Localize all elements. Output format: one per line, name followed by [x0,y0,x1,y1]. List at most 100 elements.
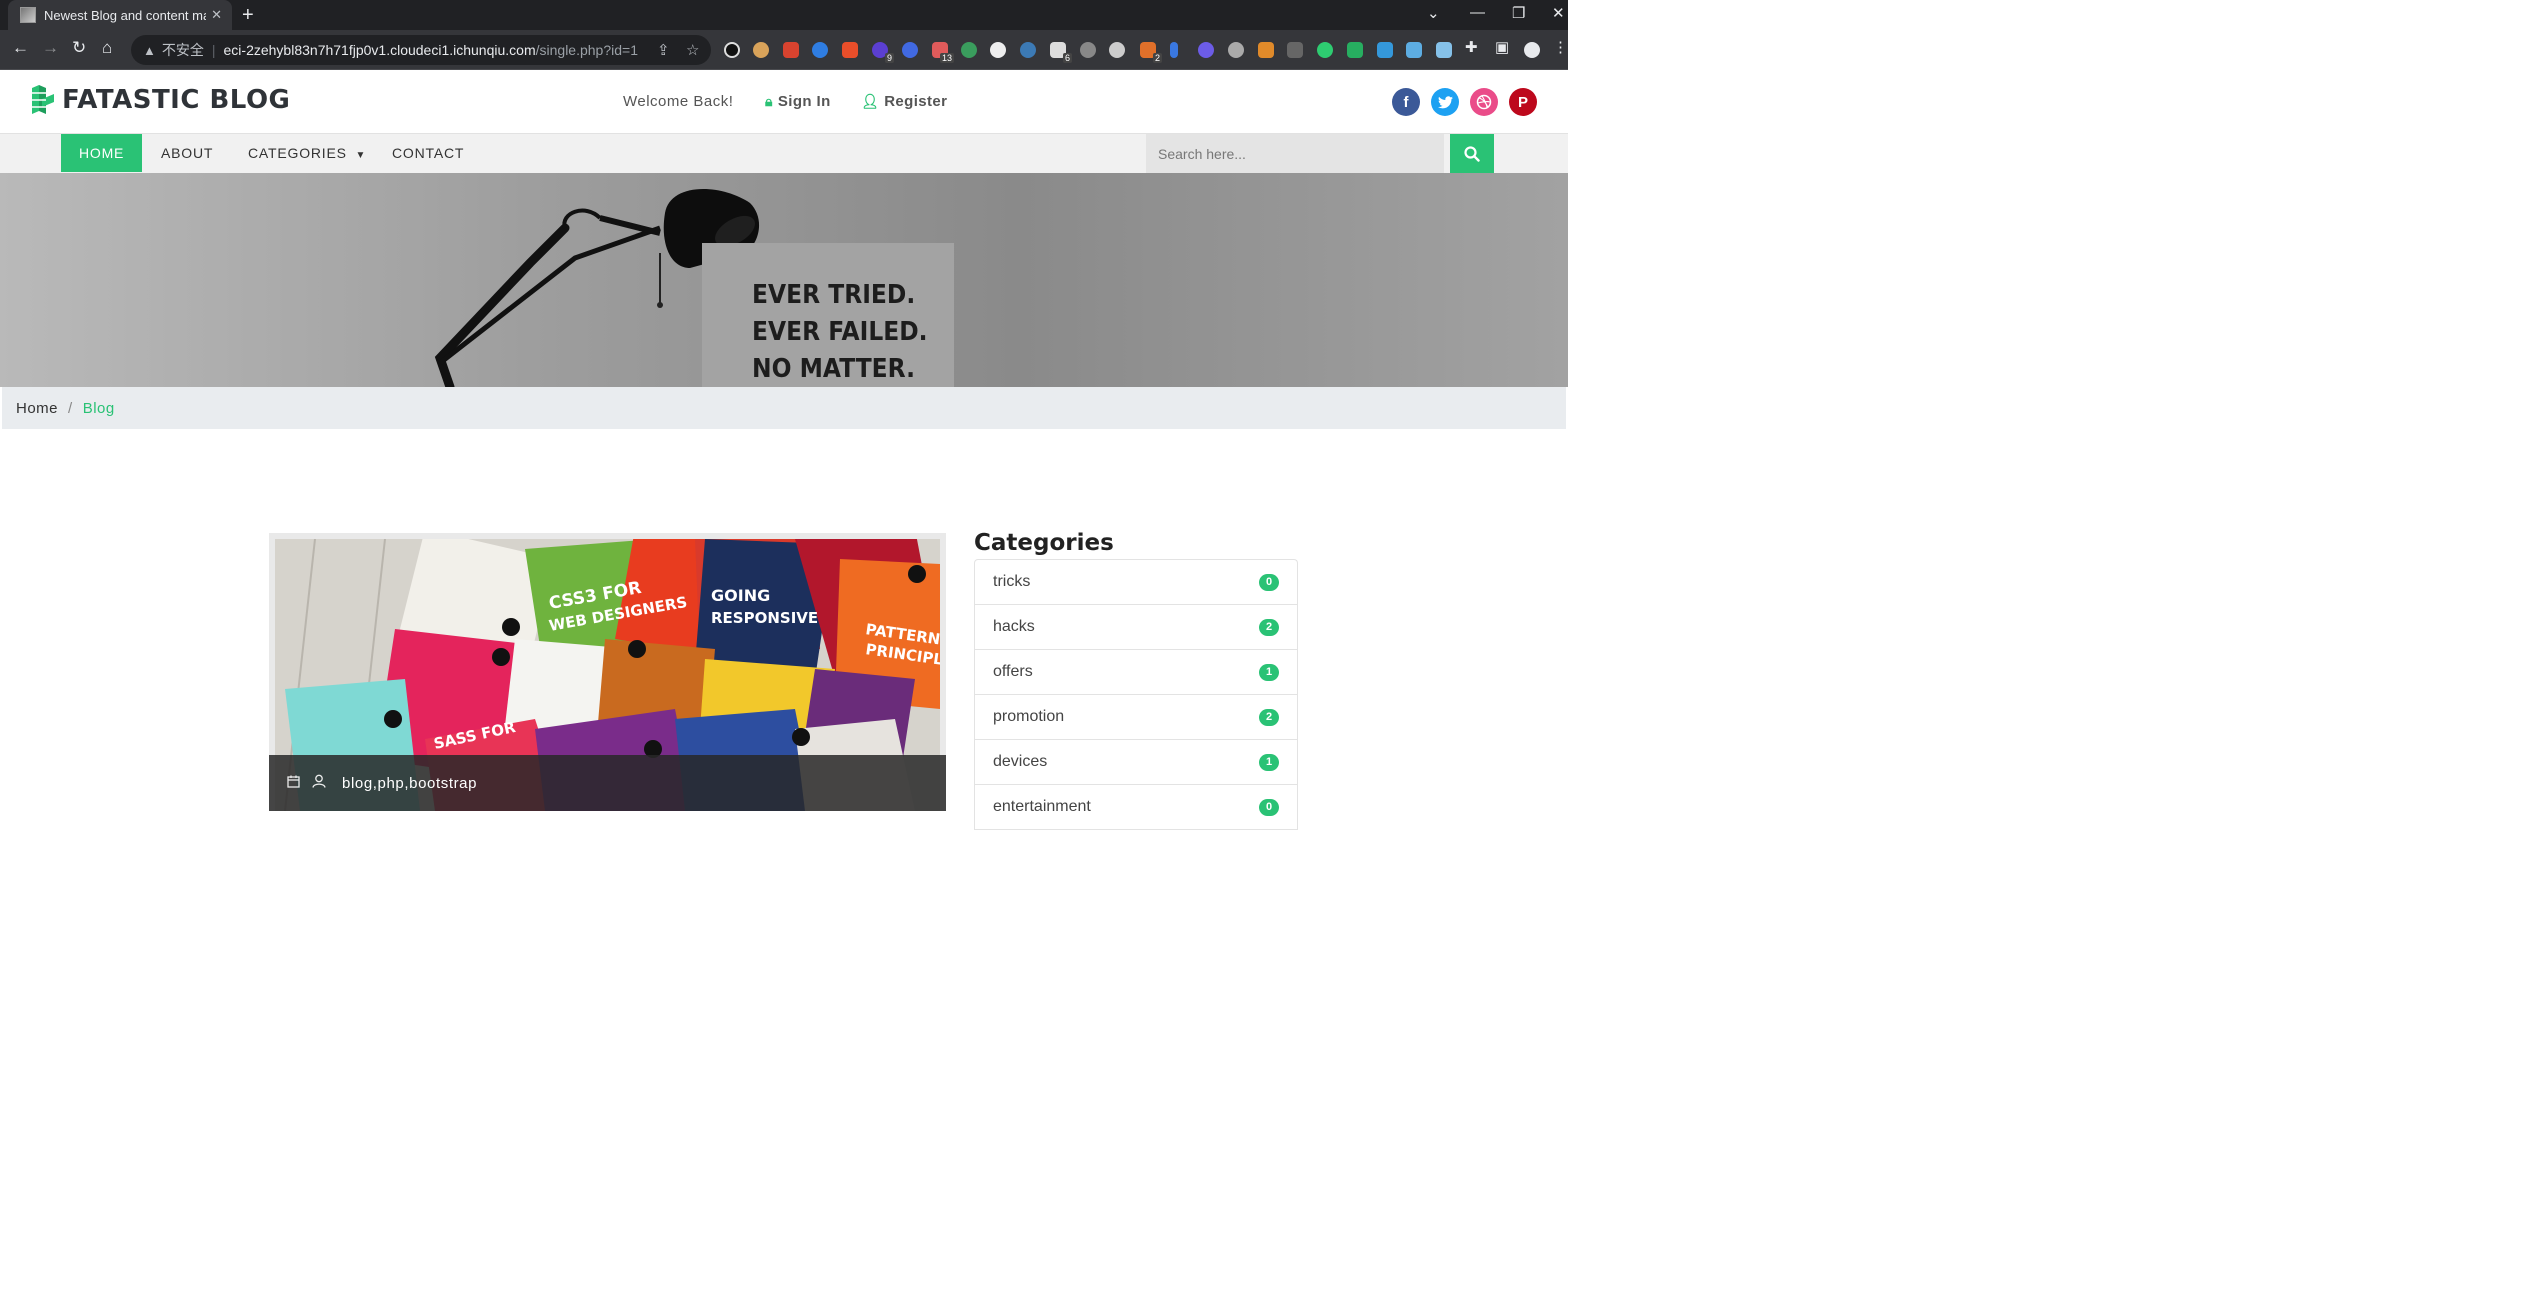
browser-toolbar: ← → ↻ ⌂ ▲ 不安全 | eci-2zehybl83n7h71fjp0v1… [0,30,1568,70]
site-favicon-icon [20,7,36,23]
extension-icon[interactable] [1020,42,1036,58]
svg-text:RESPONSIVE: RESPONSIVE [711,609,818,627]
warning-icon[interactable]: ▲ [143,43,156,58]
search-button[interactable] [1450,134,1494,173]
extension-badge: 6 [1062,53,1072,63]
extension-icon[interactable] [812,42,828,58]
extension-icon[interactable] [1198,42,1214,58]
ip-extension-icon[interactable] [990,42,1006,58]
minimize-button[interactable]: — [1470,4,1485,21]
category-name: devices [993,753,1048,770]
close-tab-icon[interactable]: ✕ [211,7,222,23]
breadcrumb-home[interactable]: Home [16,400,58,417]
side-panel-icon[interactable]: ▣ [1495,38,1509,56]
category-item-hacks[interactable]: hacks 2 [975,605,1297,650]
sign-in-label: Sign In [777,93,831,110]
category-name: promotion [993,708,1065,725]
extension-icon[interactable]: 9 [872,42,894,63]
hero-banner: EVER TRIED. EVER FAILED. NO MATTER. [0,173,1568,387]
browser-tab[interactable]: Newest Blog and content mar ✕ [8,0,232,30]
dribbble-icon[interactable] [1470,88,1498,116]
category-item-tricks[interactable]: tricks 0 [975,560,1297,605]
nav-contact[interactable]: CONTACT [392,134,464,172]
category-count-badge: 1 [1259,753,1279,771]
url-path: /single.php?id=1 [535,42,638,58]
search-input[interactable] [1146,134,1444,173]
register-link[interactable]: 👤︎ Register [861,93,947,110]
back-button[interactable]: ← [12,38,29,58]
cookie-extension-icon[interactable] [753,42,769,58]
category-count-badge: 0 [1259,798,1279,816]
facebook-icon[interactable]: f [1392,88,1420,116]
close-window-button[interactable]: ✕ [1552,4,1565,22]
category-item-offers[interactable]: offers 1 [975,650,1297,695]
breadcrumb-separator: / [68,399,73,417]
url-divider: | [211,42,216,58]
profile-avatar-icon[interactable] [1524,42,1540,58]
extension-icon[interactable] [1406,42,1422,58]
logo-icon [32,85,54,114]
extension-icon[interactable]: 6 [1050,42,1072,63]
sign-line-1: EVER TRIED. [752,280,916,310]
extension-icon[interactable] [1258,42,1274,58]
share-icon[interactable]: ⇪ [657,41,670,59]
extension-icon[interactable] [1287,42,1303,58]
extension-icon[interactable] [1436,42,1452,58]
sign-in-link[interactable]: 🔒︎ Sign In [765,93,831,110]
category-item-devices[interactable]: devices 1 [975,740,1297,785]
nav-home[interactable]: HOME [61,134,143,172]
logo-text: FATASTIC BLOG [62,85,291,115]
firefox-like-extension-icon[interactable] [902,42,918,58]
nav-categories[interactable]: CATEGORIES ▼ [248,134,366,172]
breadcrumb-current: Blog [82,399,115,417]
category-name: offers [993,663,1033,680]
register-label: Register [884,93,948,110]
extension-icon[interactable]: 2 [1140,42,1162,63]
tab-title: Newest Blog and content mar [44,7,206,23]
extension-icon[interactable] [1347,42,1363,58]
menu-icon[interactable]: ⋮ [1553,38,1568,56]
breadcrumb: Home / Blog [2,387,1566,429]
extension-icon[interactable] [783,42,799,58]
extensions-puzzle-icon[interactable]: ✚ [1465,38,1478,56]
address-bar[interactable]: ▲ 不安全 | eci-2zehybl83n7h71fjp0v1.cloudec… [131,35,711,65]
category-count-badge: 0 [1259,573,1279,591]
category-name: tricks [993,573,1031,590]
extension-icon[interactable]: 13 [932,42,954,63]
caret-down-icon: ▼ [355,150,367,161]
extension-icon[interactable] [1080,42,1096,58]
extension-badge: 13 [939,53,954,63]
nav-about[interactable]: ABOUT [161,134,213,172]
extension-icon[interactable] [1170,42,1178,58]
extension-icon[interactable] [1109,42,1125,58]
post-tags: blog,php,bootstrap [342,774,478,792]
search-icon [1464,145,1480,162]
category-count-badge: 2 [1259,618,1279,636]
tab-search-icon[interactable]: ⌄ [1427,4,1440,22]
reload-button[interactable]: ↻ [72,38,86,58]
category-name: entertainment [993,798,1091,815]
sign-text: EVER TRIED. EVER FAILED. NO MATTER. [752,277,928,387]
extension-icon[interactable] [724,42,740,58]
categories-list: tricks 0 hacks 2 offers 1 promotion 2 de… [974,559,1298,830]
globe-extension-icon[interactable] [961,42,977,58]
category-item-promotion[interactable]: promotion 2 [975,695,1297,740]
site-logo[interactable]: FATASTIC BLOG [30,85,290,115]
categories-title: Categories [974,530,1114,556]
forward-button[interactable]: → [42,38,59,58]
extension-icon[interactable] [842,42,858,58]
welcome-text: Welcome Back! [623,93,734,110]
new-tab-button[interactable]: + [242,4,254,27]
restore-button[interactable]: ❐ [1512,4,1525,22]
post-meta-bar: blog,php,bootstrap [269,755,946,811]
extension-badge: 2 [1152,53,1162,63]
bookmark-star-icon[interactable]: ☆ [686,41,699,59]
extension-icon[interactable] [1317,42,1333,58]
user-icon: 👤︎ [861,93,880,109]
twitter-icon[interactable] [1431,88,1459,116]
extension-icon[interactable] [1377,42,1393,58]
category-item-entertainment[interactable]: entertainment 0 [975,785,1297,830]
home-icon[interactable]: ⌂ [102,38,112,58]
pinterest-icon[interactable]: P [1509,88,1537,116]
extension-icon[interactable] [1228,42,1244,58]
